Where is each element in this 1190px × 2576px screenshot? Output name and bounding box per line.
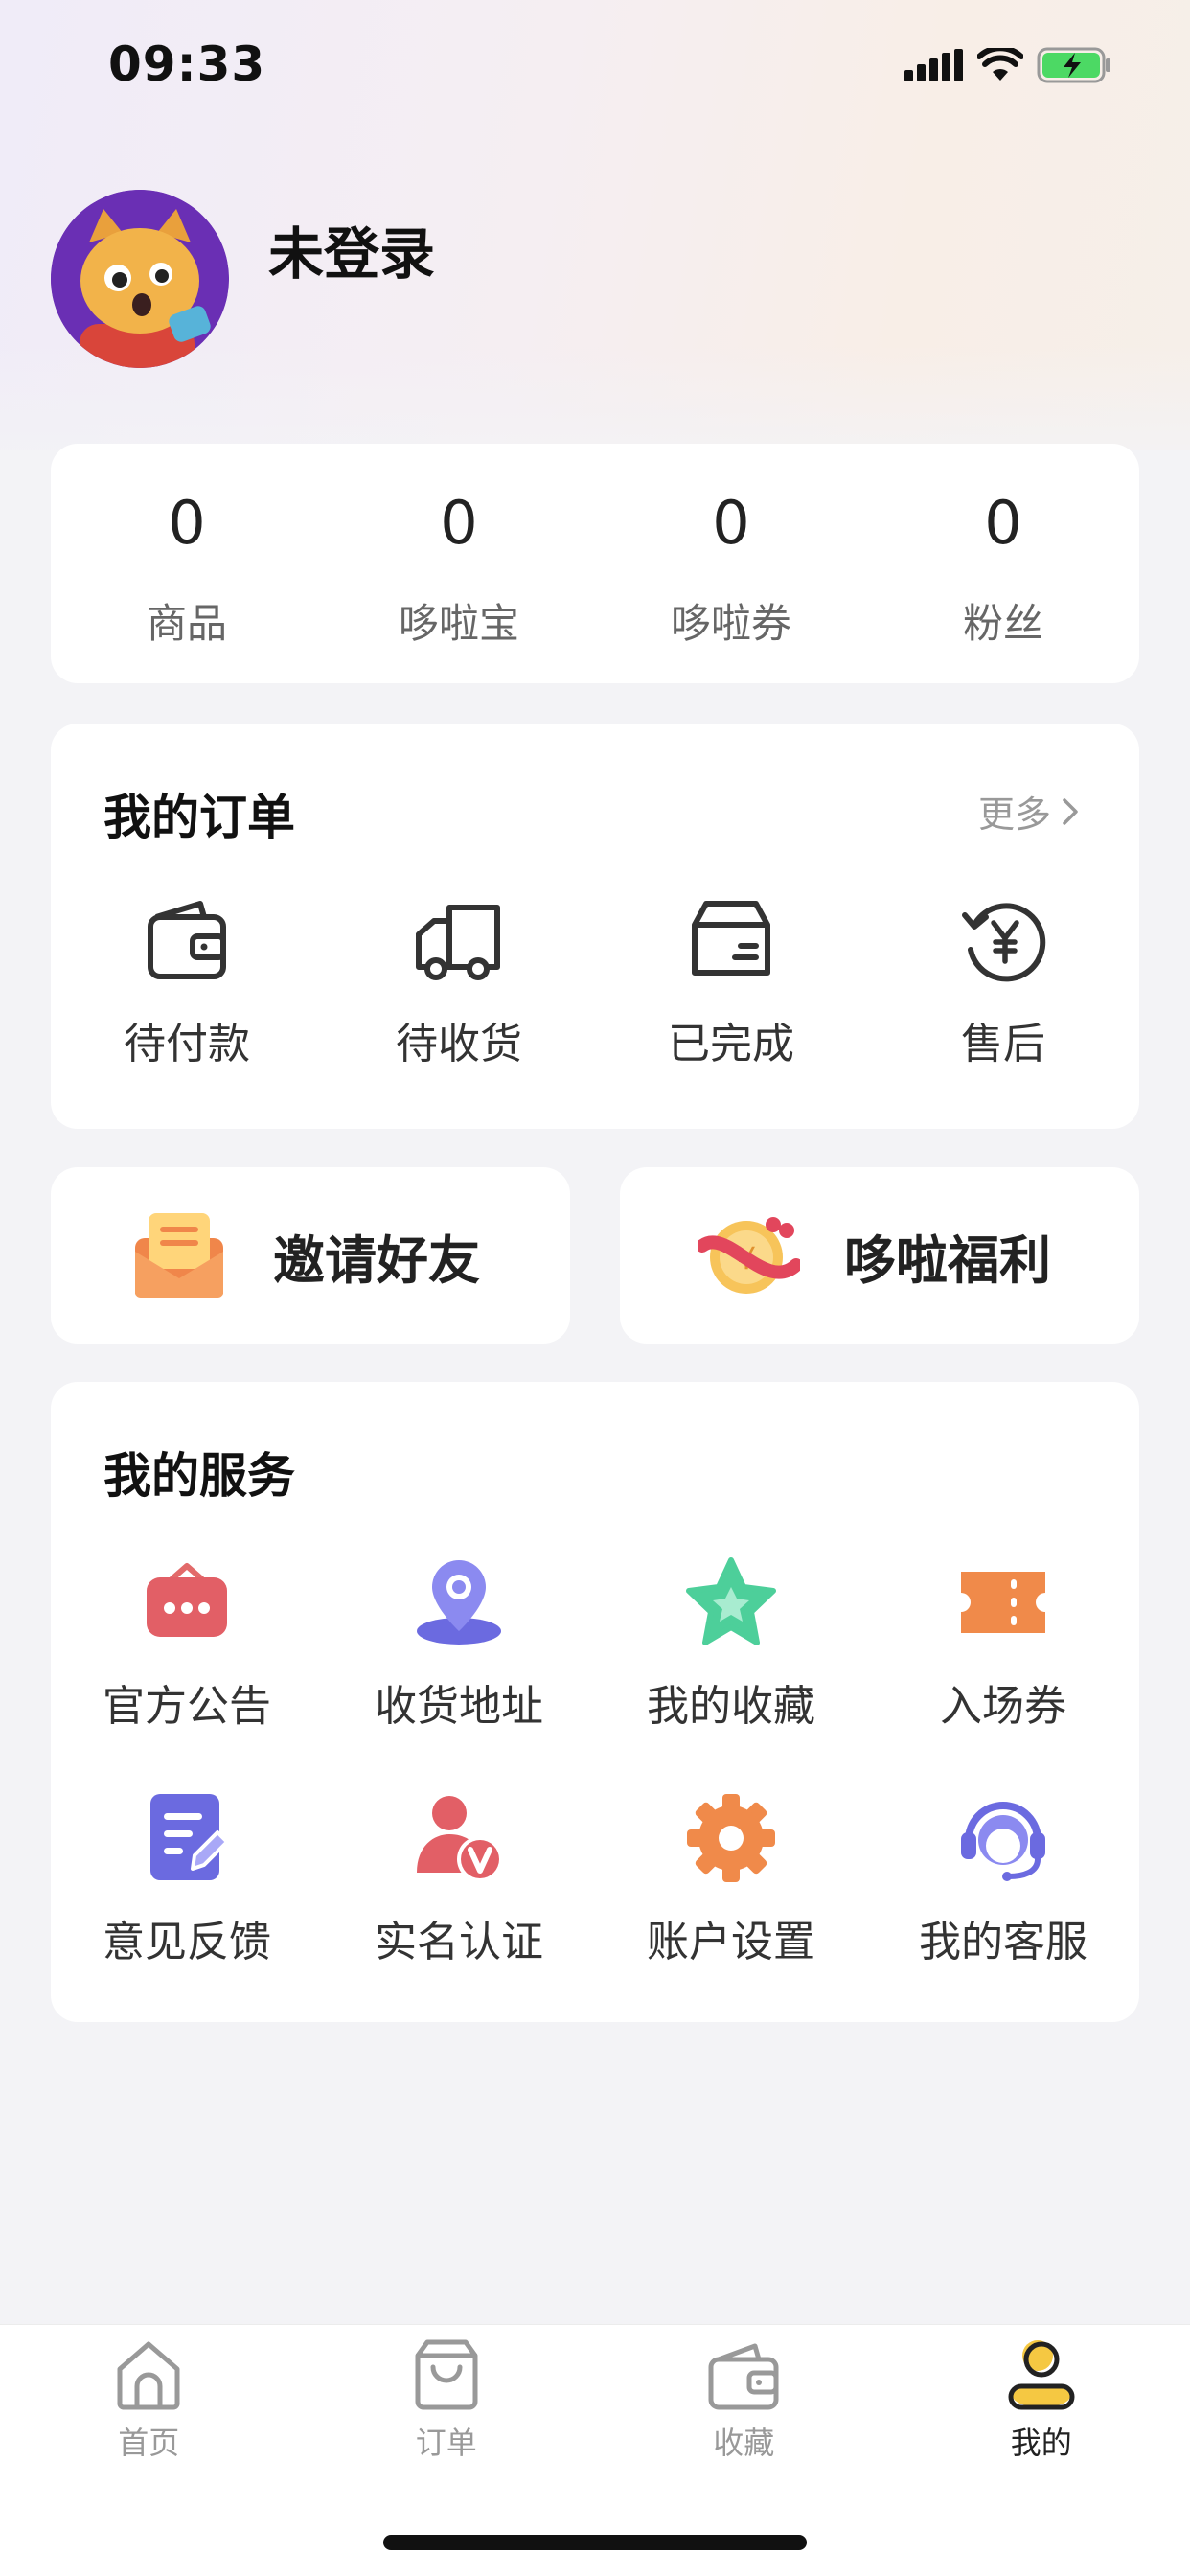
services-title: 我的服务 [103,1448,295,1504]
order-label: 待付款 [124,1020,250,1069]
order-completed[interactable]: 已完成 [595,896,867,1070]
order-pending-receipt[interactable]: 待收货 [323,896,595,1070]
stat-value: 0 [712,488,750,558]
service-feedback[interactable]: 意见反馈 [51,1790,323,1968]
status-time: 09:33 [108,36,266,92]
announcement-icon [147,1563,227,1637]
stat-label: 粉丝 [962,600,1043,647]
tab-label: 收藏 [713,2425,775,2461]
wallet-icon [148,901,226,979]
service-label: 意见反馈 [103,1918,271,1966]
tab-label: 订单 [415,2425,477,2461]
order-label: 已完成 [668,1020,794,1069]
dola-benefits-card[interactable]: ¥ 哆啦福利 [620,1167,1139,1344]
customer-service-icon [961,1802,1045,1881]
stat-value: 0 [168,488,206,558]
order-label: 售后 [961,1020,1045,1069]
more-label: 更多 [977,794,1051,836]
truck-icon [416,905,500,980]
orders-more-link[interactable]: 更多 [978,785,1082,838]
signal-icon [904,49,963,81]
gear-icon [687,1794,775,1882]
stat-dola-coupons[interactable]: 0 哆啦券 [595,444,867,683]
wallet-icon [708,2343,779,2410]
stat-value: 0 [984,488,1022,558]
tab-home[interactable]: 首页 [0,2325,298,2576]
verified-user-icon [417,1796,503,1882]
stat-fans[interactable]: 0 粉丝 [867,444,1139,683]
service-shipping-address[interactable]: 收货地址 [323,1554,595,1733]
coin-gift-icon: ¥ [698,1217,800,1294]
chevron-right-icon [1063,797,1078,825]
service-label: 实名认证 [375,1918,543,1966]
service-real-name-verification[interactable]: 实名认证 [323,1790,595,1968]
stat-label: 哆啦宝 [398,600,519,647]
envelope-icon [135,1213,223,1299]
user-icon [1008,2340,1075,2410]
cat-avatar-icon [51,190,229,368]
refund-icon [962,903,1046,982]
service-label: 我的客服 [919,1918,1087,1966]
tab-profile[interactable]: 我的 [893,2325,1190,2576]
order-pending-payment[interactable]: 待付款 [51,896,323,1070]
box-icon [692,901,770,976]
orders-title: 我的订单 [103,790,295,845]
services-card: 我的服务 官方公告 收货地址 我的收藏 入场券 意见反馈 实名认证 账户设置 我… [51,1382,1139,2022]
service-account-settings[interactable]: 账户设置 [595,1790,867,1968]
tab-label: 我的 [1010,2425,1072,2461]
service-customer-support[interactable]: 我的客服 [867,1790,1139,1968]
service-favorites[interactable]: 我的收藏 [595,1554,867,1733]
order-after-sales[interactable]: 售后 [867,896,1139,1070]
stats-card: 0 商品 0 哆啦宝 0 哆啦券 0 粉丝 [51,444,1139,683]
tab-label: 首页 [118,2425,180,2461]
service-announcements[interactable]: 官方公告 [51,1554,323,1733]
home-icon [117,2341,180,2410]
stat-value: 0 [440,488,478,558]
avatar[interactable] [51,190,229,368]
status-icons [904,46,1113,84]
promo-label: 哆啦福利 [844,1230,1051,1291]
orders-card: 我的订单 更多 待付款 待收货 已完成 售后 [51,724,1139,1129]
order-label: 待收货 [396,1020,522,1069]
battery-charging-icon [1037,47,1110,83]
ticket-icon [961,1572,1045,1633]
feedback-icon [150,1794,229,1880]
username[interactable]: 未登录 [268,209,435,289]
bag-icon [415,2339,478,2410]
stat-label: 商品 [146,600,227,647]
service-label: 官方公告 [103,1682,271,1731]
home-indicator [383,2535,807,2550]
stat-label: 哆啦券 [670,600,791,647]
promo-label: 邀请好友 [273,1230,480,1291]
service-label: 我的收藏 [647,1682,815,1731]
service-label: 收货地址 [375,1682,543,1731]
service-label: 账户设置 [647,1918,815,1966]
invite-friends-card[interactable]: 邀请好友 [51,1167,570,1344]
stat-dola-treasure[interactable]: 0 哆啦宝 [323,444,595,683]
location-pin-icon [417,1560,501,1644]
wifi-icon [977,48,1023,80]
service-tickets[interactable]: 入场券 [867,1554,1139,1733]
star-icon [686,1557,776,1645]
service-label: 入场券 [940,1682,1066,1731]
stat-products[interactable]: 0 商品 [51,444,323,683]
